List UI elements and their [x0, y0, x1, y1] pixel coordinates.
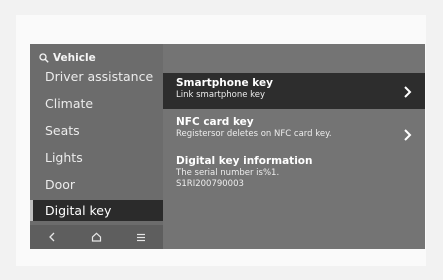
- search-button[interactable]: Vehicle: [39, 51, 96, 65]
- sidebar-item-label: Seats: [45, 123, 80, 138]
- sidebar-item-lights[interactable]: Lights: [30, 147, 163, 168]
- chevron-right-icon: [403, 84, 413, 98]
- sidebar-item-door[interactable]: Door: [30, 174, 163, 195]
- smartphone-key-title: Smartphone key: [176, 77, 273, 89]
- nfc-card-key-title: NFC card key: [176, 116, 254, 128]
- bottom-nav-bar: [30, 225, 163, 249]
- sidebar-item-seats[interactable]: Seats: [30, 120, 163, 141]
- digital-key-information-row[interactable]: Digital key information The serial numbe…: [163, 155, 425, 195]
- home-icon[interactable]: [85, 228, 107, 246]
- search-label: Vehicle: [53, 52, 96, 64]
- sidebar-item-climate[interactable]: Climate: [30, 93, 163, 114]
- sidebar-item-driver-assistance[interactable]: Driver assistance: [30, 66, 163, 87]
- nfc-card-key-subtitle: Registersor deletes on NFC card key.: [176, 129, 332, 139]
- serial-number-value: S1RI200790003: [176, 179, 244, 189]
- sidebar-item-label: Door: [45, 177, 76, 192]
- search-icon: [39, 53, 49, 63]
- nfc-card-key-row[interactable]: NFC card key Registersor deletes on NFC …: [163, 116, 425, 148]
- smartphone-key-row[interactable]: Smartphone key Link smartphone key: [163, 73, 425, 109]
- menu-icon[interactable]: [130, 228, 152, 246]
- sidebar-item-label: Climate: [45, 96, 94, 111]
- sidebar-item-digital-key[interactable]: Digital key: [30, 200, 163, 221]
- chevron-right-icon: [403, 127, 413, 141]
- back-icon[interactable]: [41, 228, 63, 246]
- serial-number-text: The serial number is%1.: [176, 168, 280, 178]
- sidebar: Vehicle Driver assistance Climate Seats …: [30, 44, 163, 249]
- sidebar-item-label: Driver assistance: [45, 69, 154, 84]
- smartphone-key-subtitle: Link smartphone key: [176, 90, 266, 100]
- digital-key-information-title: Digital key information: [176, 155, 313, 167]
- sidebar-item-label: Lights: [45, 150, 83, 165]
- infotainment-screen: Vehicle Driver assistance Climate Seats …: [30, 44, 425, 249]
- sidebar-item-label: Digital key: [45, 203, 112, 218]
- settings-content: Smartphone key Link smartphone key NFC c…: [163, 44, 425, 249]
